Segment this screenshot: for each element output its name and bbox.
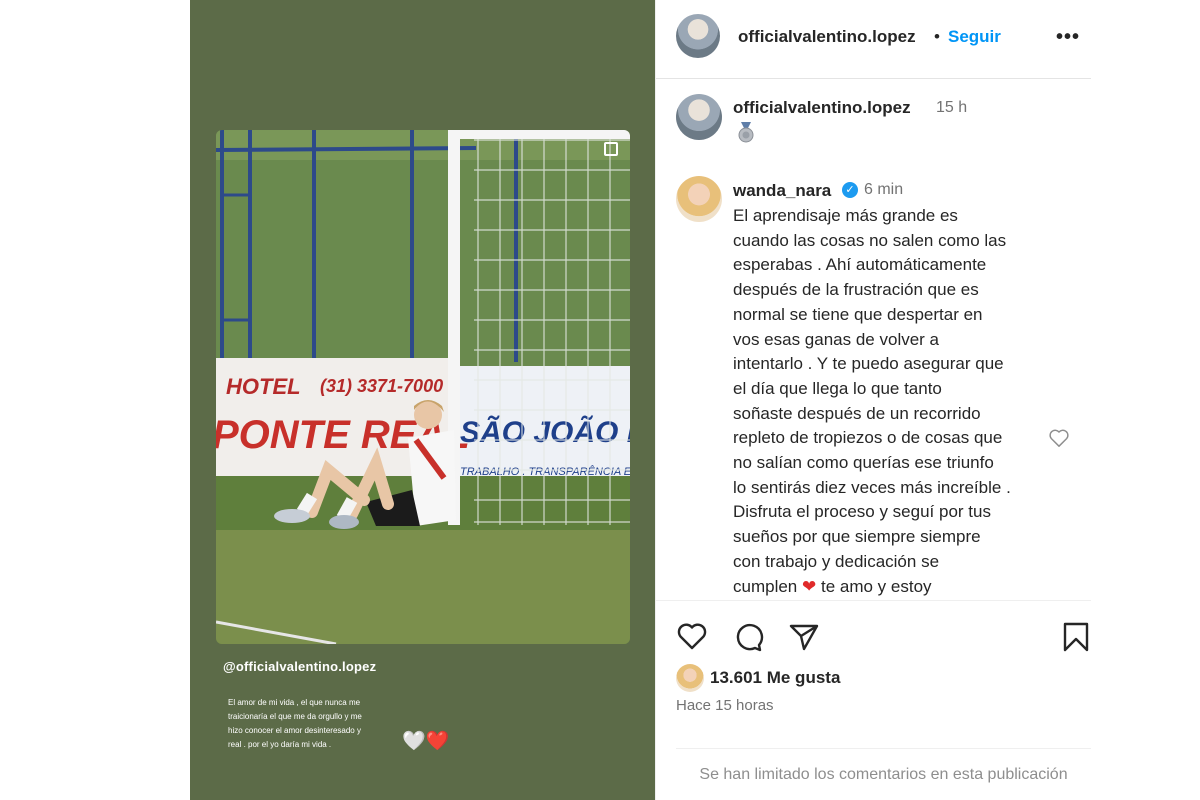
story-hearts: 🤍❤️: [402, 731, 449, 753]
banner-phone: (31) 3371-7000: [320, 376, 443, 396]
red-heart-icon: ❤️: [425, 731, 450, 752]
comment-icon[interactable]: [732, 621, 764, 653]
comments-divider: [676, 748, 1091, 749]
inline-heart-icon: ❤: [802, 576, 817, 596]
multiple-photos-icon: [604, 142, 618, 156]
header-divider: [656, 78, 1091, 79]
header-avatar[interactable]: [676, 14, 720, 58]
header-username[interactable]: officialvalentino.lopez: [738, 27, 916, 47]
post-time: Hace 15 horas: [676, 697, 774, 714]
white-heart-icon: 🤍: [402, 731, 426, 752]
comment-avatar[interactable]: [676, 176, 722, 222]
comment-time: 6 min: [864, 181, 904, 198]
comment-body: El aprendisaje más grande es cuando las …: [733, 206, 1011, 596]
bookmark-icon[interactable]: [1060, 621, 1092, 653]
banner-sponsor: SÃO JOÃO D: [460, 415, 630, 449]
comment-username[interactable]: wanda_nara: [733, 181, 831, 201]
caption-username[interactable]: officialvalentino.lopez: [733, 98, 911, 118]
likes-count[interactable]: 13.601 Me gusta: [710, 668, 840, 688]
football-photo: HOTEL (31) 3371-7000 PONTE REAL SÃO JOÃO…: [216, 130, 630, 644]
comment-like-icon[interactable]: [1048, 428, 1070, 448]
more-options-icon[interactable]: •••: [1056, 26, 1080, 49]
follow-button[interactable]: Seguir: [948, 27, 1001, 47]
comment-text: El aprendisaje más grande es cuando las …: [733, 204, 1053, 599]
story-mention[interactable]: @officialvalentino.lopez: [223, 659, 376, 674]
story-caption: El amor de mi vida , el que nunca me tra…: [228, 698, 362, 749]
caption-avatar[interactable]: [676, 94, 722, 140]
comments-limited-notice: Se han limitado los comentarios en esta …: [699, 766, 1068, 783]
heart-icon[interactable]: [676, 621, 708, 653]
share-icon[interactable]: [788, 621, 820, 653]
caption-time: 15 h: [936, 99, 968, 116]
story-photo[interactable]: HOTEL (31) 3371-7000 PONTE REAL SÃO JOÃO…: [216, 130, 630, 644]
banner-hotel: HOTEL: [226, 374, 301, 399]
comment-body-end: te amo y estoy: [816, 576, 932, 596]
post-panel: officialvalentino.lopez • Seguir ••• off…: [655, 0, 1091, 800]
medal-icon: [738, 122, 754, 143]
story-panel: HOTEL (31) 3371-7000 PONTE REAL SÃO JOÃO…: [190, 0, 655, 800]
verified-badge-icon: ✓: [842, 182, 858, 198]
likes-avatar[interactable]: [676, 664, 704, 692]
header-separator: •: [934, 27, 940, 46]
actions-divider: [656, 600, 1091, 601]
